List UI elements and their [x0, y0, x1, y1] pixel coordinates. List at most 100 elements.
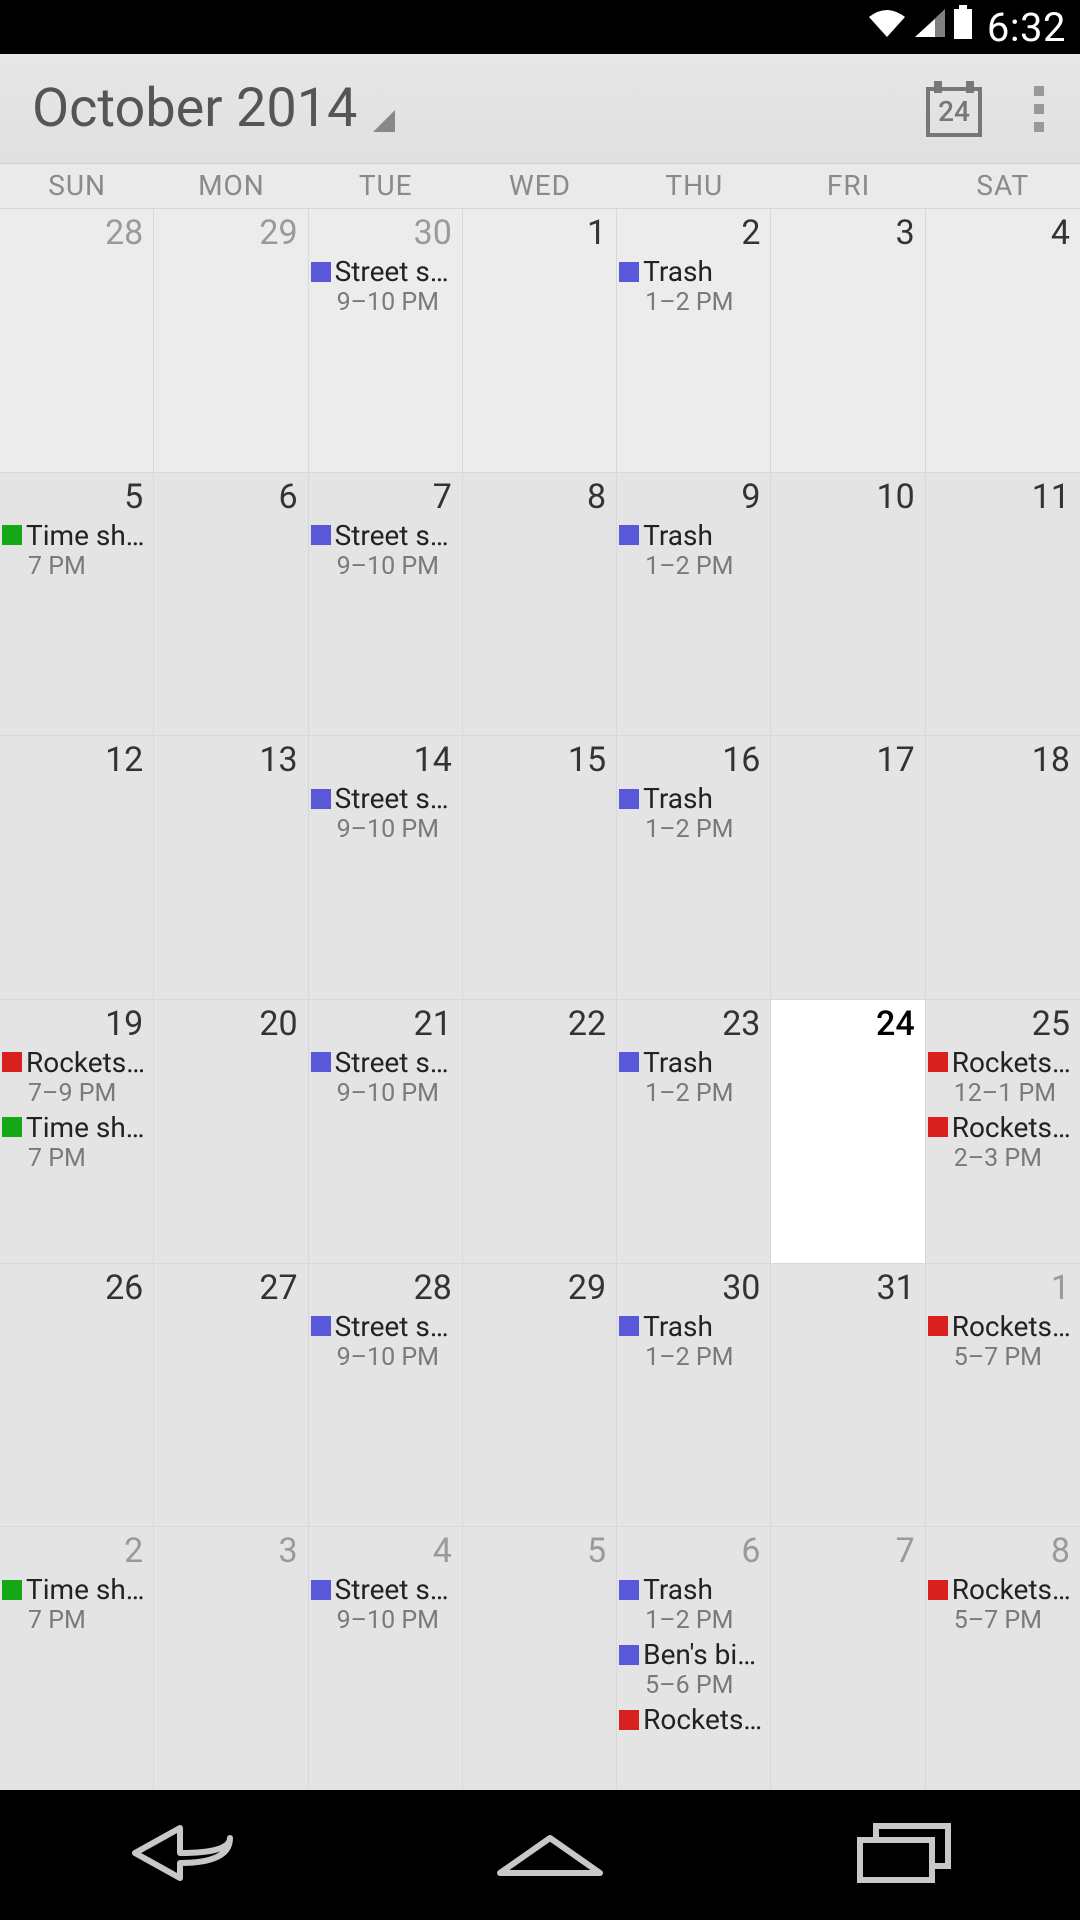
day-cell[interactable]: 29: [154, 208, 308, 472]
day-number: 8: [928, 1531, 1074, 1571]
event-title: Rockets…: [643, 1703, 762, 1736]
day-cell[interactable]: 1Rockets…5–7 PM: [926, 1263, 1080, 1527]
wifi-icon: [867, 5, 907, 49]
day-cell[interactable]: 3: [154, 1526, 308, 1790]
day-cell[interactable]: 7Street s…9–10 PM: [309, 472, 463, 736]
day-cell[interactable]: 25Rockets…12–1 PMRockets…2–3 PM: [926, 999, 1080, 1263]
calendar-event[interactable]: Trash1–2 PM: [619, 1046, 764, 1109]
event-color-swatch: [2, 1052, 22, 1072]
calendar-event[interactable]: Rockets…5–7 PM: [928, 1310, 1074, 1373]
calendar-event[interactable]: Trash1–2 PM: [619, 519, 764, 582]
calendar-event[interactable]: Street s…9–10 PM: [311, 1046, 456, 1109]
day-number: 22: [465, 1004, 610, 1044]
day-cell[interactable]: 31: [771, 1263, 925, 1527]
day-cell[interactable]: 15: [463, 735, 617, 999]
calendar-event[interactable]: Street s…9–10 PM: [311, 782, 456, 845]
calendar-event[interactable]: Trash1–2 PM: [619, 255, 764, 318]
day-cell[interactable]: 17: [771, 735, 925, 999]
event-time: 9–10 PM: [337, 288, 456, 318]
today-badge-number: 24: [926, 87, 982, 137]
calendar-event[interactable]: Trash1–2 PM: [619, 1310, 764, 1373]
weekday-header-row: SUNMONTUEWEDTHUFRISAT: [0, 164, 1080, 208]
day-cell[interactable]: 14Street s…9–10 PM: [309, 735, 463, 999]
day-number: 25: [928, 1004, 1074, 1044]
day-cell[interactable]: 6Trash1–2 PMBen's bi…5–6 PMRockets…: [617, 1526, 771, 1790]
event-title: Trash: [643, 1046, 713, 1079]
calendar-event[interactable]: Rockets…: [619, 1703, 764, 1736]
day-cell[interactable]: 2Trash1–2 PM: [617, 208, 771, 472]
event-title: Street s…: [335, 519, 449, 552]
day-cell[interactable]: 4: [926, 208, 1080, 472]
calendar-event[interactable]: Time sh…7 PM: [2, 519, 147, 582]
calendar-event[interactable]: Ben's bi…5–6 PM: [619, 1638, 764, 1701]
calendar-event[interactable]: Rockets…7–9 PM: [2, 1046, 147, 1109]
today-button[interactable]: 24: [926, 81, 982, 137]
day-cell[interactable]: 10: [771, 472, 925, 736]
calendar-event[interactable]: Rockets…2–3 PM: [928, 1111, 1074, 1174]
event-time: 1–2 PM: [645, 1079, 764, 1109]
day-cell[interactable]: 6: [154, 472, 308, 736]
day-cell[interactable]: 18: [926, 735, 1080, 999]
calendar-event[interactable]: Trash1–2 PM: [619, 1573, 764, 1636]
day-cell[interactable]: 8: [463, 472, 617, 736]
event-time: 1–2 PM: [645, 1606, 764, 1636]
day-cell[interactable]: 2Time sh…7 PM: [0, 1526, 154, 1790]
calendar-event[interactable]: Street s…9–10 PM: [311, 1573, 456, 1636]
day-cell[interactable]: 5: [463, 1526, 617, 1790]
event-time: 7 PM: [28, 552, 147, 582]
dropdown-caret-icon: [373, 110, 395, 132]
event-title: Rockets…: [952, 1310, 1071, 1343]
overflow-menu-button[interactable]: [1030, 82, 1048, 136]
weekday-label: WED: [463, 164, 617, 208]
day-cell[interactable]: 23Trash1–2 PM: [617, 999, 771, 1263]
calendar-event[interactable]: Rockets…5–7 PM: [928, 1573, 1074, 1636]
day-number: 26: [2, 1268, 147, 1308]
day-cell[interactable]: 28: [0, 208, 154, 472]
calendar-event[interactable]: Trash1–2 PM: [619, 782, 764, 845]
day-cell[interactable]: 12: [0, 735, 154, 999]
calendar-event[interactable]: Time sh…7 PM: [2, 1573, 147, 1636]
day-cell[interactable]: 11: [926, 472, 1080, 736]
day-number: 2: [619, 213, 764, 253]
day-cell[interactable]: 9Trash1–2 PM: [617, 472, 771, 736]
calendar-event[interactable]: Street s…9–10 PM: [311, 519, 456, 582]
day-cell[interactable]: 5Time sh…7 PM: [0, 472, 154, 736]
month-picker[interactable]: October 2014: [32, 77, 926, 140]
event-title: Rockets…: [952, 1573, 1071, 1606]
day-number: 30: [311, 213, 456, 253]
day-cell[interactable]: 8Rockets…5–7 PM: [926, 1526, 1080, 1790]
calendar-event[interactable]: Rockets…12–1 PM: [928, 1046, 1074, 1109]
day-number: 3: [156, 1531, 301, 1571]
day-cell[interactable]: 29: [463, 1263, 617, 1527]
day-cell[interactable]: 26: [0, 1263, 154, 1527]
day-cell[interactable]: 1: [463, 208, 617, 472]
day-cell[interactable]: 19Rockets…7–9 PMTime sh…7 PM: [0, 999, 154, 1263]
day-number: 24: [773, 1004, 918, 1044]
day-number: 20: [156, 1004, 301, 1044]
day-cell[interactable]: 13: [154, 735, 308, 999]
day-cell[interactable]: 3: [771, 208, 925, 472]
day-cell[interactable]: 30Trash1–2 PM: [617, 1263, 771, 1527]
day-cell[interactable]: 4Street s…9–10 PM: [309, 1526, 463, 1790]
day-cell[interactable]: 22: [463, 999, 617, 1263]
day-cell[interactable]: 20: [154, 999, 308, 1263]
day-cell[interactable]: 28Street s…9–10 PM: [309, 1263, 463, 1527]
day-cell[interactable]: 24: [771, 999, 925, 1263]
back-button[interactable]: [120, 1818, 250, 1892]
weekday-label: SUN: [0, 164, 154, 208]
day-cell[interactable]: 16Trash1–2 PM: [617, 735, 771, 999]
day-number: 6: [619, 1531, 764, 1571]
calendar-event[interactable]: Street s…9–10 PM: [311, 1310, 456, 1373]
day-cell[interactable]: 27: [154, 1263, 308, 1527]
day-number: 29: [156, 213, 301, 253]
day-cell[interactable]: 21Street s…9–10 PM: [309, 999, 463, 1263]
home-button[interactable]: [490, 1823, 610, 1887]
day-cell[interactable]: 7: [771, 1526, 925, 1790]
calendar-event[interactable]: Time sh…7 PM: [2, 1111, 147, 1174]
calendar-event[interactable]: Street s…9–10 PM: [311, 255, 456, 318]
day-number: 27: [156, 1268, 301, 1308]
recents-button[interactable]: [850, 1818, 960, 1892]
event-time: 2–3 PM: [954, 1144, 1074, 1174]
day-cell[interactable]: 30Street s…9–10 PM: [309, 208, 463, 472]
weekday-label: SAT: [926, 164, 1080, 208]
